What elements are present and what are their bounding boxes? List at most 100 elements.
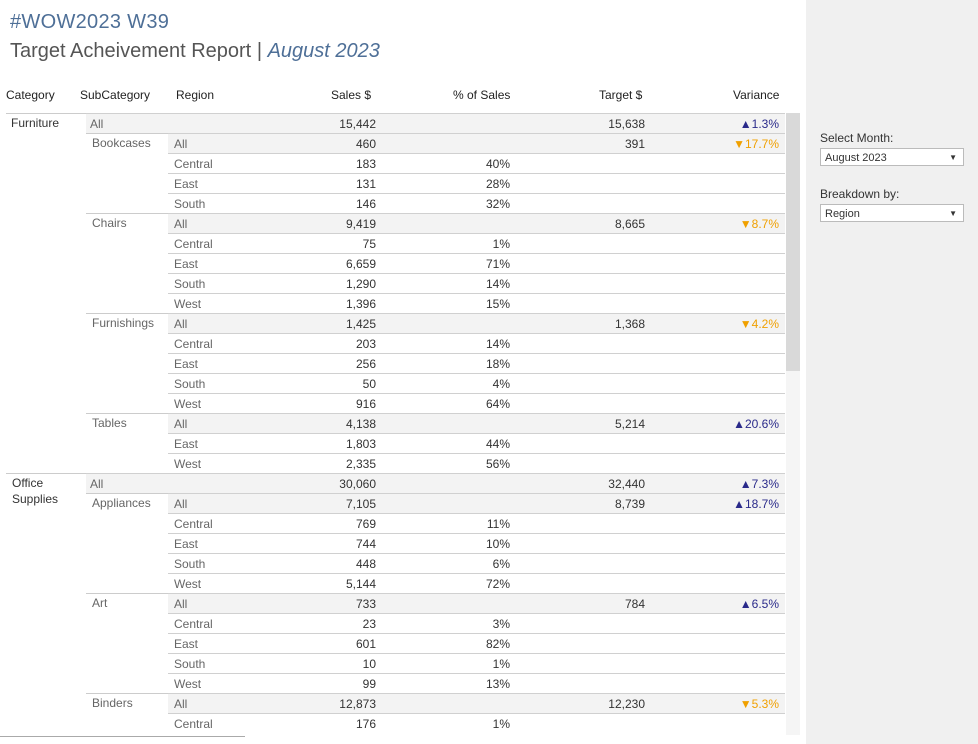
target-value [565, 614, 645, 634]
column-header-category[interactable]: Category [6, 88, 55, 102]
region-label: West [174, 457, 202, 471]
scrollbar-thumb[interactable] [786, 113, 800, 371]
variance-value: ▲1.3% [739, 117, 779, 131]
subcategory-label[interactable]: Binders [92, 695, 133, 711]
table-row[interactable]: East 131 28% [168, 173, 785, 193]
breakdown-by-dropdown[interactable]: Region ▼ [820, 204, 964, 222]
table-row[interactable]: West 5,144 72% [168, 573, 785, 593]
table-row[interactable]: All 1,425 1,368 ▼4.2% [168, 313, 785, 333]
subcategory-divider [86, 493, 168, 494]
category-label[interactable]: Office Supplies [12, 475, 58, 507]
column-header-target[interactable]: Target $ [599, 88, 642, 102]
select-month-label: Select Month: [820, 131, 894, 145]
subcategory-label[interactable]: Furnishings [92, 315, 154, 331]
column-header-pct-of-sales[interactable]: % of Sales [453, 88, 510, 102]
pct-of-sales-value: 64% [485, 397, 510, 411]
table-row[interactable]: All 12,873 12,230 ▼5.3% [168, 693, 785, 713]
table-row[interactable]: All 15,442 15,638 ▲1.3% [86, 113, 785, 133]
table-row[interactable]: West 1,396 15% [168, 293, 785, 313]
subcategory-label[interactable]: Chairs [92, 215, 127, 231]
table-row[interactable]: Central 183 40% [168, 153, 785, 173]
region-label: East [174, 637, 199, 651]
table-row[interactable]: East 6,659 71% [168, 253, 785, 273]
variance-value [700, 654, 779, 674]
region-label: All [174, 137, 188, 151]
subcategory-label[interactable]: Bookcases [92, 135, 151, 151]
table-row[interactable]: All 30,060 32,440 ▲7.3% [86, 473, 785, 493]
region-label: West [174, 677, 202, 691]
target-value [565, 674, 645, 694]
table-row[interactable]: South 146 32% [168, 193, 785, 213]
sales-value: 1,396 [345, 297, 376, 311]
subcategory-label[interactable]: Art [92, 595, 107, 611]
table-row[interactable]: West 2,335 56% [168, 453, 785, 473]
target-value: 8,739 [614, 497, 645, 511]
target-value: 391 [624, 137, 645, 151]
category-label[interactable]: Furniture [11, 115, 59, 131]
table-row[interactable]: All 9,419 8,665 ▼8.7% [168, 213, 785, 233]
table-row[interactable]: East 744 10% [168, 533, 785, 553]
table-row[interactable]: East 256 18% [168, 353, 785, 373]
parameter-panel: Select Month: August 2023 ▼ Breakdown by… [806, 0, 978, 744]
table-row[interactable]: East 601 82% [168, 633, 785, 653]
pct-of-sales-value [430, 474, 510, 494]
variance-value [700, 574, 779, 594]
table-row[interactable]: Central 769 11% [168, 513, 785, 533]
column-header-variance[interactable]: Variance [733, 88, 779, 102]
subcategory-divider [86, 133, 168, 134]
target-value [565, 294, 645, 314]
table-row[interactable]: East 1,803 44% [168, 433, 785, 453]
table-row[interactable]: All 460 391 ▼17.7% [168, 133, 785, 153]
column-header-region[interactable]: Region [176, 88, 214, 102]
region-label: Central [174, 237, 213, 251]
pct-of-sales-value: 11% [486, 517, 510, 531]
variance-value [700, 254, 779, 274]
pct-of-sales-value: 3% [492, 617, 510, 631]
sales-value: 15,442 [339, 117, 376, 131]
table-row[interactable]: Central 23 3% [168, 613, 785, 633]
dashboard-title: #WOW2023 W39 [10, 11, 170, 33]
table-row[interactable]: South 1,290 14% [168, 273, 785, 293]
variance-value: ▲7.3% [739, 477, 779, 491]
table-row[interactable]: West 99 13% [168, 673, 785, 693]
table-row[interactable]: All 7,105 8,739 ▲18.7% [168, 493, 785, 513]
table-row[interactable]: Central 75 1% [168, 233, 785, 253]
chevron-down-icon: ▼ [949, 153, 957, 162]
sales-value: 176 [355, 717, 376, 731]
subcategory-label[interactable]: Appliances [92, 495, 151, 511]
table-row[interactable]: South 10 1% [168, 653, 785, 673]
variance-value: ▼4.2% [739, 317, 779, 331]
column-header-subcategory[interactable]: SubCategory [80, 88, 150, 102]
sales-value: 183 [355, 157, 376, 171]
sales-value: 203 [355, 337, 376, 351]
region-label: West [174, 397, 202, 411]
select-month-dropdown[interactable]: August 2023 ▼ [820, 148, 964, 166]
column-header-sales[interactable]: Sales $ [331, 88, 371, 102]
table-row[interactable]: All 733 784 ▲6.5% [168, 593, 785, 613]
variance-value [700, 634, 779, 654]
target-value [565, 534, 645, 554]
variance-value [700, 674, 779, 694]
variance-value [700, 294, 779, 314]
target-value [565, 554, 645, 574]
region-label: Central [174, 337, 213, 351]
subcategory-label[interactable]: Tables [92, 415, 127, 431]
table-row[interactable]: South 448 6% [168, 553, 785, 573]
table-row[interactable]: Central 203 14% [168, 333, 785, 353]
pct-of-sales-value: 32% [485, 197, 510, 211]
table-row[interactable]: South 50 4% [168, 373, 785, 393]
sales-value: 744 [355, 537, 376, 551]
target-value: 12,230 [608, 697, 645, 711]
pct-of-sales-value: 44% [485, 437, 510, 451]
pct-of-sales-value: 13% [485, 677, 510, 691]
target-value [565, 574, 645, 594]
table-row[interactable]: All 4,138 5,214 ▲20.6% [168, 413, 785, 433]
sales-value: 1,290 [345, 277, 376, 291]
report-title: Target Acheivement Report | August 2023 [10, 40, 380, 63]
variance-value [700, 234, 779, 254]
sales-value: 769 [355, 517, 376, 531]
crosstab-table: All 15,442 15,638 ▲1.3% All 460 391 ▼17.7% Centr… [0, 113, 785, 735]
target-value [565, 354, 645, 374]
table-row[interactable]: Central 176 1% [168, 713, 785, 733]
table-row[interactable]: West 916 64% [168, 393, 785, 413]
